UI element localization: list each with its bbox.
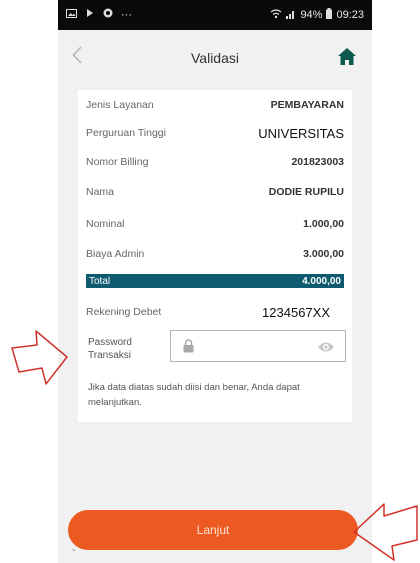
app-header: Validasi [58,30,372,84]
password-label-line2: Transaksi [88,350,131,361]
status-bar: ··· 94% 09:23 [58,0,372,30]
annotation-arrow-left [11,330,68,385]
continue-button[interactable]: Lanjut [68,510,358,550]
detail-value: PEMBAYARAN [270,99,344,111]
detail-label: Nama [86,186,115,198]
battery-percent: 94% [300,9,323,21]
validation-card: Jenis Layanan PEMBAYARAN Perguruan Tingg… [78,90,352,422]
detail-row-service: Jenis Layanan PEMBAYARAN [86,94,344,116]
page-title: Validasi [191,50,239,66]
password-label-line1: Password [88,337,132,348]
detail-label: Nomor Billing [86,156,149,168]
share-icon [85,8,95,21]
detail-row-university: Perguruan Tinggi UNIVERSITAS [86,122,344,144]
detail-row-name: Nama DODIE RUPILU [86,181,344,203]
detail-value: DODIE RUPILU [268,186,344,198]
detail-row-billing-number: Nomor Billing 201823003 [86,151,344,173]
app-icon [103,8,113,21]
wifi-icon [270,8,282,22]
gallery-icon [66,8,77,21]
detail-value: UNIVERSITAS [258,125,344,141]
password-label: Password Transaksi [88,336,132,362]
home-icon[interactable] [338,48,356,70]
more-dots: ··· [121,8,132,21]
detail-value: 3.000,00 [303,248,344,260]
detail-row-admin-fee: Biaya Admin 3.000,00 [86,243,344,265]
detail-label: Perguruan Tinggi [86,127,166,139]
password-input[interactable] [170,330,346,362]
status-left: ··· [66,8,132,21]
phone-screen: ··· 94% 09:23 Validasi Jenis Layanan PEM… [58,0,372,563]
lock-icon [183,339,194,358]
debit-account-value: 1234567XX [262,304,330,320]
battery-icon [326,8,333,22]
detail-label: Nominal [86,218,125,230]
status-right: 94% 09:23 [270,8,364,22]
detail-row-nominal: Nominal 1.000,00 [86,213,344,235]
total-bar: Total 4.000,00 [86,274,344,288]
signal-icon [286,9,296,22]
debit-account-row: Rekening Debet 1234567XX [86,301,344,323]
stray-mark: ` [72,549,76,560]
total-value: 4.000,00 [302,275,341,287]
show-password-eye-icon[interactable] [317,340,335,358]
detail-label: Jenis Layanan [86,99,154,111]
annotation-arrow-right [353,503,418,561]
clock: 09:23 [336,9,364,21]
debit-account-label: Rekening Debet [86,306,162,318]
detail-label: Biaya Admin [86,248,145,260]
total-label: Total [89,275,111,287]
detail-value: 201823003 [291,156,344,168]
detail-value: 1.000,00 [303,218,344,230]
confirmation-note: Jika data diatas sudah diisi dan benar, … [88,382,300,408]
